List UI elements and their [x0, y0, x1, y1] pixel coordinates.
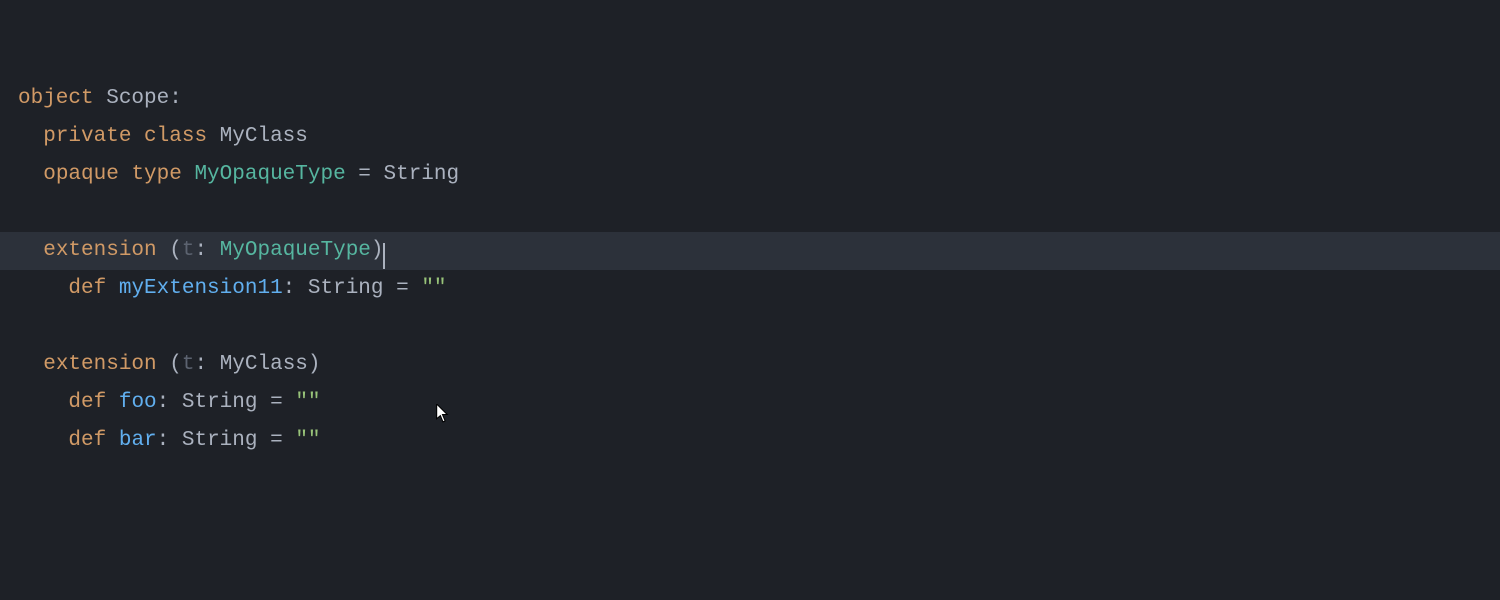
code-token: def — [68, 277, 118, 300]
code-editor[interactable]: object Scope: private class MyClass opaq… — [0, 0, 1500, 600]
code-token: ) — [308, 353, 321, 376]
code-line[interactable] — [18, 194, 1500, 232]
code-token: object — [18, 87, 106, 110]
code-line[interactable]: private class MyClass — [18, 118, 1500, 156]
code-token: extension — [43, 353, 169, 376]
code-token: : — [157, 391, 182, 414]
code-token: MyClass — [220, 125, 308, 148]
code-token: = — [384, 277, 422, 300]
code-token: MyOpaqueType — [220, 239, 371, 262]
indent — [18, 239, 43, 262]
code-line[interactable]: def bar: String = "" — [18, 422, 1500, 460]
code-line[interactable] — [18, 308, 1500, 346]
text-cursor — [383, 243, 385, 269]
code-token: ( — [169, 239, 182, 262]
code-token: = — [346, 163, 384, 186]
code-token: def — [68, 429, 118, 452]
code-token: t — [182, 353, 195, 376]
code-token: opaque — [43, 163, 131, 186]
code-token: "" — [295, 391, 320, 414]
code-token: class — [144, 125, 220, 148]
code-line[interactable]: def foo: String = "" — [18, 384, 1500, 422]
code-line[interactable]: def myExtension11: String = "" — [18, 270, 1500, 308]
indent — [18, 353, 43, 376]
code-token: = — [258, 429, 296, 452]
code-token: bar — [119, 429, 157, 452]
code-line[interactable]: opaque type MyOpaqueType = String — [18, 156, 1500, 194]
code-token: "" — [421, 277, 446, 300]
code-token: String — [384, 163, 460, 186]
code-token: String — [308, 277, 384, 300]
indent — [18, 163, 43, 186]
indent — [18, 277, 68, 300]
code-line[interactable]: extension (t: MyClass) — [18, 346, 1500, 384]
code-token: : — [194, 239, 219, 262]
indent — [18, 125, 43, 148]
code-token: extension — [43, 239, 169, 262]
code-token: MyOpaqueType — [194, 163, 345, 186]
code-token: MyClass — [220, 353, 308, 376]
code-line[interactable]: object Scope: — [18, 80, 1500, 118]
code-token: String — [182, 429, 258, 452]
code-token: : — [283, 277, 308, 300]
indent — [18, 429, 68, 452]
code-token: : — [194, 353, 219, 376]
code-token: "" — [295, 429, 320, 452]
code-token: : — [157, 429, 182, 452]
code-token: def — [68, 391, 118, 414]
code-token: private — [43, 125, 144, 148]
code-line[interactable]: extension (t: MyOpaqueType) — [0, 232, 1500, 270]
code-token: String — [182, 391, 258, 414]
code-token: foo — [119, 391, 157, 414]
code-token: ( — [169, 353, 182, 376]
code-token: Scope — [106, 87, 169, 110]
code-token: myExtension11 — [119, 277, 283, 300]
code-token: type — [131, 163, 194, 186]
indent — [18, 391, 68, 414]
code-token: = — [258, 391, 296, 414]
code-token: t — [182, 239, 195, 262]
code-token: : — [169, 87, 182, 110]
